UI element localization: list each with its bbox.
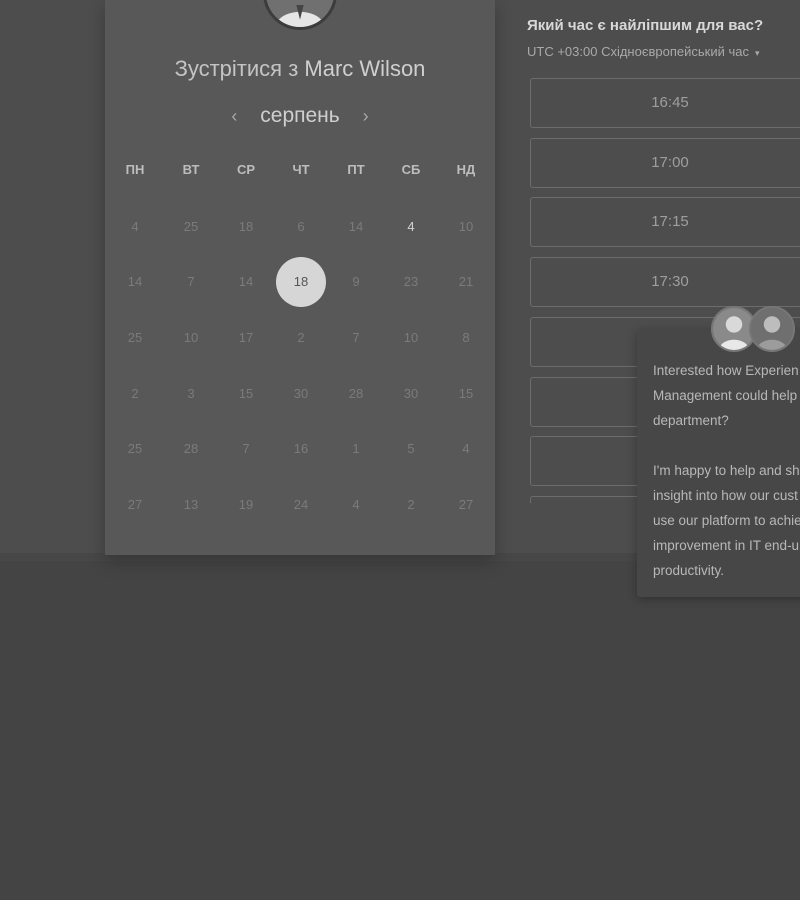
calendar-day: 28: [183, 441, 199, 456]
calendar-day: 4: [131, 219, 139, 234]
chevron-down-icon: ▾: [754, 48, 760, 58]
calendar-day: 28: [348, 386, 364, 401]
calendar-day-available[interactable]: 4: [385, 219, 437, 234]
next-month-chevron-icon[interactable]: ›: [354, 101, 378, 131]
month-label: серпень: [260, 104, 340, 127]
calendar-day: 2: [297, 330, 305, 345]
timezone-label: UTC +03:00 Східноєвропейський час: [527, 44, 749, 59]
host-name: Marc Wilson: [304, 56, 426, 81]
calendar-card: Зустрітися з Marc Wilson ‹ серпень › ПН В…: [105, 0, 495, 555]
timezone-select[interactable]: UTC +03:00 Східноєвропейський час ▾: [527, 44, 760, 59]
calendar-day: 2: [131, 386, 139, 401]
calendar-day: 14: [127, 274, 143, 289]
calendar-day: 30: [403, 386, 419, 401]
calendar-day: 27: [458, 497, 474, 512]
calendar-day: 16: [293, 441, 309, 456]
time-question: Який час є найліпшим для вас?: [527, 17, 764, 34]
host-avatar: [263, 0, 337, 30]
calendar-day: 8: [462, 330, 470, 345]
calendar-day: 15: [458, 386, 474, 401]
chat-popup[interactable]: Interested how Experien Management could…: [637, 330, 800, 597]
weekday-label: ПТ: [347, 162, 365, 177]
calendar-day: 3: [187, 386, 195, 401]
calendar-day: 30: [293, 386, 309, 401]
time-slot-button[interactable]: 17:30: [530, 257, 800, 308]
calendar-day: 24: [293, 497, 309, 512]
calendar-day: 7: [352, 330, 360, 345]
calendar-day: 25: [127, 441, 143, 456]
calendar-day: 19: [238, 497, 254, 512]
calendar-day: 15: [238, 386, 254, 401]
calendar-day: 1: [352, 441, 360, 456]
calendar-day: 25: [183, 219, 199, 234]
calendar-day: 10: [183, 330, 199, 345]
month-navigator: ‹ серпень ›: [105, 101, 495, 131]
calendar-day: 23: [403, 274, 419, 289]
calendar-day: 9: [352, 274, 360, 289]
calendar-day: 18: [238, 219, 254, 234]
calendar-day: 27: [127, 497, 143, 512]
weekday-label: ПН: [125, 162, 145, 177]
weekday-label: ВТ: [182, 162, 200, 177]
weekday-label: ЧТ: [292, 162, 310, 177]
calendar-day: 10: [458, 219, 474, 234]
calendar-day: 5: [407, 441, 415, 456]
meeting-title: Зустрітися з Marc Wilson: [105, 56, 495, 82]
calendar-day: 4: [352, 497, 360, 512]
prev-month-chevron-icon[interactable]: ‹: [222, 101, 246, 131]
calendar-day: 25: [127, 330, 143, 345]
calendar-day: 14: [238, 274, 254, 289]
calendar-day: 7: [187, 274, 195, 289]
calendar-day: 2: [407, 497, 415, 512]
time-slot-button[interactable]: 17:15: [530, 197, 800, 248]
calendar-day: 4: [462, 441, 470, 456]
time-slot-button[interactable]: 17:00: [530, 137, 800, 188]
calendar-day: 17: [238, 330, 254, 345]
calendar-day-selected[interactable]: 18: [276, 257, 326, 307]
weekday-label: СБ: [401, 162, 421, 177]
calendar-day: 7: [242, 441, 250, 456]
chat-agent-avatar-2[interactable]: [749, 306, 795, 352]
calendar-day: 6: [297, 219, 305, 234]
time-slot-button[interactable]: 16:45: [530, 78, 800, 128]
weekday-label: СР: [236, 162, 256, 177]
calendar-day: 21: [458, 274, 474, 289]
calendar-day: 14: [348, 219, 364, 234]
calendar-day: 10: [403, 330, 419, 345]
chat-message: Interested how Experien Management could…: [653, 363, 800, 578]
weekday-label: НД: [456, 162, 476, 177]
calendar-day: 13: [183, 497, 199, 512]
weekday-header: ПН ВТ СР ЧТ ПТ СБ НД: [105, 162, 495, 182]
meeting-title-prefix: Зустрітися з: [174, 56, 299, 81]
